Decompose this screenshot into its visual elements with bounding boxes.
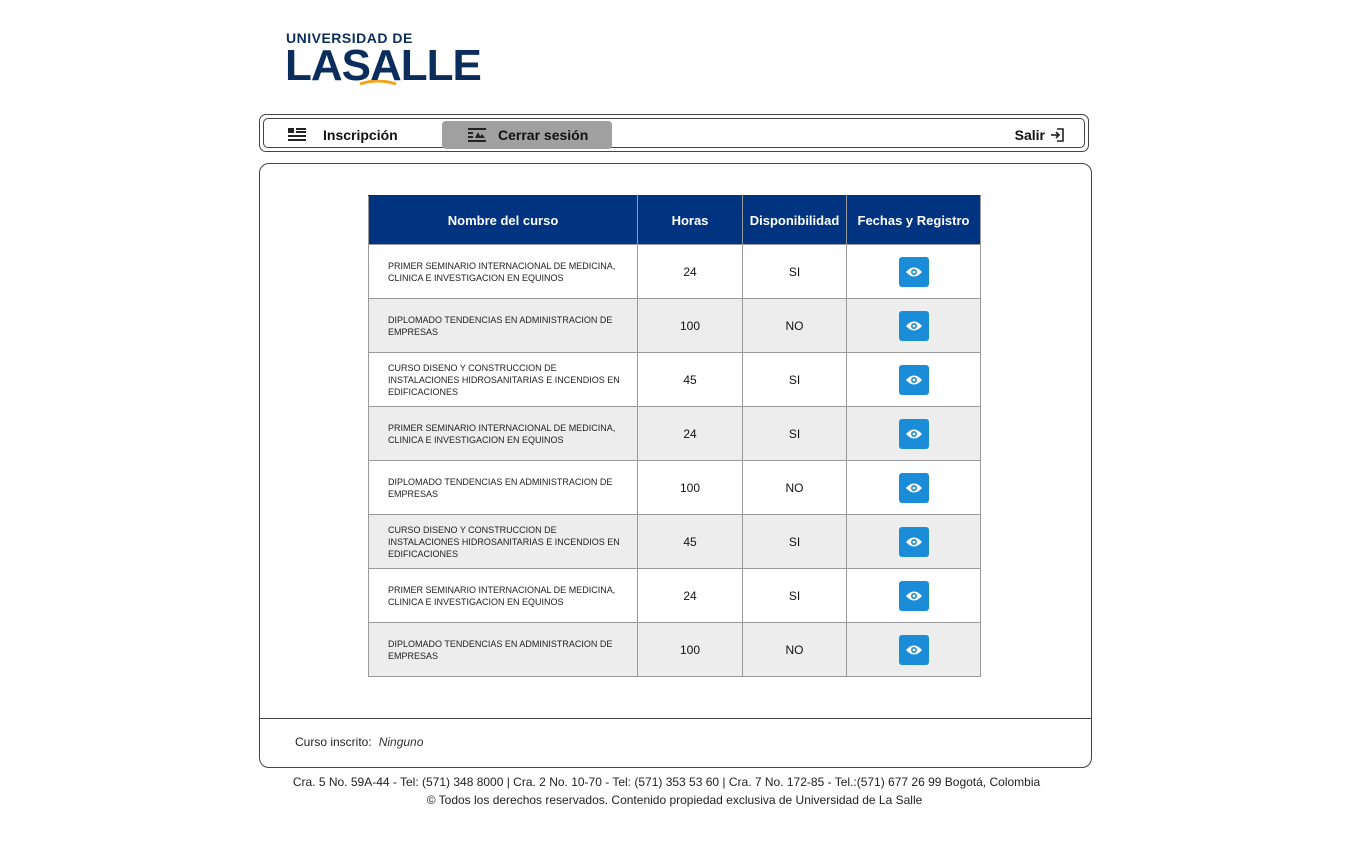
eye-icon <box>905 267 922 276</box>
nav-inscripcion-label: Inscripción <box>323 127 398 143</box>
eye-icon <box>905 537 922 546</box>
enrolled-value: Ninguno <box>378 735 424 749</box>
course-action-cell <box>846 460 981 515</box>
eye-icon <box>905 321 922 330</box>
course-name: PRIMER SEMINARIO INTERNACIONAL DE MEDICI… <box>368 568 638 623</box>
footer-copyright: © Todos los derechos reservados. Conteni… <box>426 793 923 807</box>
course-name: DIPLOMADO TENDENCIAS EN ADMINISTRACION D… <box>368 298 638 353</box>
course-availability: SI <box>742 352 847 407</box>
courses-panel: Nombre del curso Horas Disponibilidad Fe… <box>259 163 1092 768</box>
list-image-icon <box>468 128 486 142</box>
course-availability: SI <box>742 244 847 299</box>
header-nombre: Nombre del curso <box>368 195 638 245</box>
list-icon <box>288 128 306 141</box>
course-action-cell <box>846 244 981 299</box>
exit-icon <box>1051 128 1064 142</box>
table-row: DIPLOMADO TENDENCIAS EN ADMINISTRACION D… <box>368 298 981 353</box>
table-row: PRIMER SEMINARIO INTERNACIONAL DE MEDICI… <box>368 406 981 461</box>
course-hours: 45 <box>637 514 743 569</box>
view-dates-button[interactable] <box>898 310 929 341</box>
logo-accent-icon <box>359 80 397 86</box>
eye-icon <box>905 591 922 600</box>
table-header-row: Nombre del curso Horas Disponibilidad Fe… <box>368 195 981 245</box>
course-action-cell <box>846 406 981 461</box>
course-name: PRIMER SEMINARIO INTERNACIONAL DE MEDICI… <box>368 244 638 299</box>
header-disponibilidad: Disponibilidad <box>742 195 847 245</box>
university-logo: UNIVERSIDAD DE LASALLE <box>285 30 486 92</box>
eye-icon <box>905 375 922 384</box>
nav-salir[interactable]: Salir <box>1004 121 1064 149</box>
course-action-cell <box>846 298 981 353</box>
table-body: PRIMER SEMINARIO INTERNACIONAL DE MEDICI… <box>368 244 981 677</box>
eye-icon <box>905 645 922 654</box>
view-dates-button[interactable] <box>898 364 929 395</box>
course-availability: SI <box>742 568 847 623</box>
panel-divider <box>260 718 1091 719</box>
course-hours: 24 <box>637 568 743 623</box>
courses-table: Nombre del curso Horas Disponibilidad Fe… <box>368 195 981 677</box>
eye-icon <box>905 429 922 438</box>
course-action-cell <box>846 514 981 569</box>
table-row: PRIMER SEMINARIO INTERNACIONAL DE MEDICI… <box>368 568 981 623</box>
header-fechas: Fechas y Registro <box>846 195 981 245</box>
course-availability: NO <box>742 460 847 515</box>
course-availability: NO <box>742 622 847 677</box>
course-availability: SI <box>742 514 847 569</box>
table-row: CURSO DISENO Y CONSTRUCCION DE INSTALACI… <box>368 352 981 407</box>
nav-cerrar-sesion[interactable]: Cerrar sesión <box>442 121 612 149</box>
course-action-cell <box>846 568 981 623</box>
nav-bar: Inscripción Cerrar sesión Salir <box>259 114 1089 152</box>
header-horas: Horas <box>637 195 743 245</box>
table-row: DIPLOMADO TENDENCIAS EN ADMINISTRACION D… <box>368 622 981 677</box>
table-row: DIPLOMADO TENDENCIAS EN ADMINISTRACION D… <box>368 460 981 515</box>
course-availability: NO <box>742 298 847 353</box>
course-name: PRIMER SEMINARIO INTERNACIONAL DE MEDICI… <box>368 406 638 461</box>
course-hours: 24 <box>637 244 743 299</box>
enrolled-label: Curso inscrito: <box>295 735 372 749</box>
table-row: CURSO DISENO Y CONSTRUCCION DE INSTALACI… <box>368 514 981 569</box>
nav-inscripcion[interactable]: Inscripción <box>288 121 438 149</box>
page-footer: Cra. 5 No. 59A-44 - Tel: (571) 348 8000 … <box>0 773 1349 809</box>
course-hours: 100 <box>637 298 743 353</box>
course-action-cell <box>846 352 981 407</box>
view-dates-button[interactable] <box>898 634 929 665</box>
course-hours: 45 <box>637 352 743 407</box>
course-name: CURSO DISENO Y CONSTRUCCION DE INSTALACI… <box>368 514 638 569</box>
view-dates-button[interactable] <box>898 418 929 449</box>
course-name: CURSO DISENO Y CONSTRUCCION DE INSTALACI… <box>368 352 638 407</box>
view-dates-button[interactable] <box>898 580 929 611</box>
view-dates-button[interactable] <box>898 256 929 287</box>
course-hours: 100 <box>637 460 743 515</box>
course-name: DIPLOMADO TENDENCIAS EN ADMINISTRACION D… <box>368 460 638 515</box>
view-dates-button[interactable] <box>898 472 929 503</box>
table-row: PRIMER SEMINARIO INTERNACIONAL DE MEDICI… <box>368 244 981 299</box>
enrolled-course: Curso inscrito: Ninguno <box>295 735 423 749</box>
nav-cerrar-label: Cerrar sesión <box>498 127 589 143</box>
view-dates-button[interactable] <box>898 526 929 557</box>
nav-bar-inner: Inscripción Cerrar sesión Salir <box>263 118 1085 149</box>
course-hours: 100 <box>637 622 743 677</box>
course-availability: SI <box>742 406 847 461</box>
course-name: DIPLOMADO TENDENCIAS EN ADMINISTRACION D… <box>368 622 638 677</box>
eye-icon <box>905 483 922 492</box>
course-hours: 24 <box>637 406 743 461</box>
course-action-cell <box>846 622 981 677</box>
footer-addresses: Cra. 5 No. 59A-44 - Tel: (571) 348 8000 … <box>292 775 1041 789</box>
nav-salir-label: Salir <box>1014 127 1045 143</box>
